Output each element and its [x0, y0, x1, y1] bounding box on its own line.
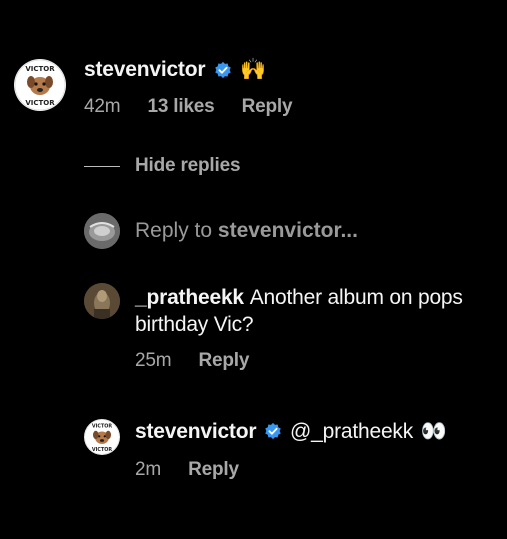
comments-thread: VICTOR VICTOR stevenvictor 🙌 42m 13 like…: [0, 0, 507, 539]
main-comment-reply-button[interactable]: Reply: [242, 96, 293, 117]
reply-2-username[interactable]: stevenvictor: [135, 420, 257, 443]
stevenvictor-reply-avatar[interactable]: VICTOR VICTOR: [84, 419, 120, 455]
main-comment-time: 42m: [84, 96, 121, 117]
eyes-emoji: 👀: [420, 420, 448, 443]
replies-divider: [84, 166, 120, 167]
reply-1-meta: 25m Reply: [135, 350, 507, 372]
profile-photo-icon: [84, 283, 120, 319]
svg-text:VICTOR: VICTOR: [25, 65, 55, 73]
reply-1-reply-button[interactable]: Reply: [198, 350, 249, 371]
dog-logo-icon: VICTOR VICTOR: [14, 59, 66, 111]
reply-2-mention[interactable]: @_pratheekk: [290, 420, 413, 443]
verified-badge-icon: [265, 422, 281, 440]
raising-hands-emoji: 🙌: [240, 58, 267, 81]
main-comment-username[interactable]: stevenvictor: [84, 58, 206, 81]
reply-2-meta: 2m Reply: [135, 459, 507, 481]
svg-text:VICTOR: VICTOR: [92, 447, 112, 453]
stevenvictor-avatar[interactable]: VICTOR VICTOR: [14, 59, 66, 111]
reply-to-prefix: Reply to: [135, 219, 213, 242]
reply-1-time: 25m: [135, 350, 172, 371]
hide-replies-button[interactable]: Hide replies: [135, 155, 507, 177]
main-comment-meta: 42m 13 likes Reply: [84, 96, 507, 118]
reply-1-username[interactable]: _pratheekk: [135, 286, 244, 309]
reply-2-body: stevenvictor @_pratheekk 👀: [135, 420, 507, 444]
reply-to-target: stevenvictor...: [217, 219, 358, 242]
dog-logo-icon: VICTOR VICTOR: [84, 419, 120, 455]
svg-text:VICTOR: VICTOR: [92, 423, 112, 429]
reply-1-text-line-2: birthday Vic?: [135, 313, 254, 336]
svg-text:VICTOR: VICTOR: [25, 99, 55, 107]
main-comment-header: stevenvictor 🙌: [84, 58, 507, 86]
reply-1-text-line-1: Another album on pops: [249, 286, 463, 309]
user-photo-icon: [84, 213, 120, 249]
main-comment-likes[interactable]: 13 likes: [147, 96, 214, 117]
reply-composer-input[interactable]: Reply to stevenvictor...: [135, 219, 507, 243]
hide-replies-label: Hide replies: [135, 155, 241, 176]
current-user-avatar[interactable]: [84, 213, 120, 249]
reply-1-body: _pratheekk Another album on pops birthda…: [135, 284, 507, 338]
reply-2-time: 2m: [135, 459, 161, 480]
pratheekk-avatar[interactable]: [84, 283, 120, 319]
reply-2-reply-button[interactable]: Reply: [188, 459, 239, 480]
verified-badge-icon: [215, 62, 231, 79]
